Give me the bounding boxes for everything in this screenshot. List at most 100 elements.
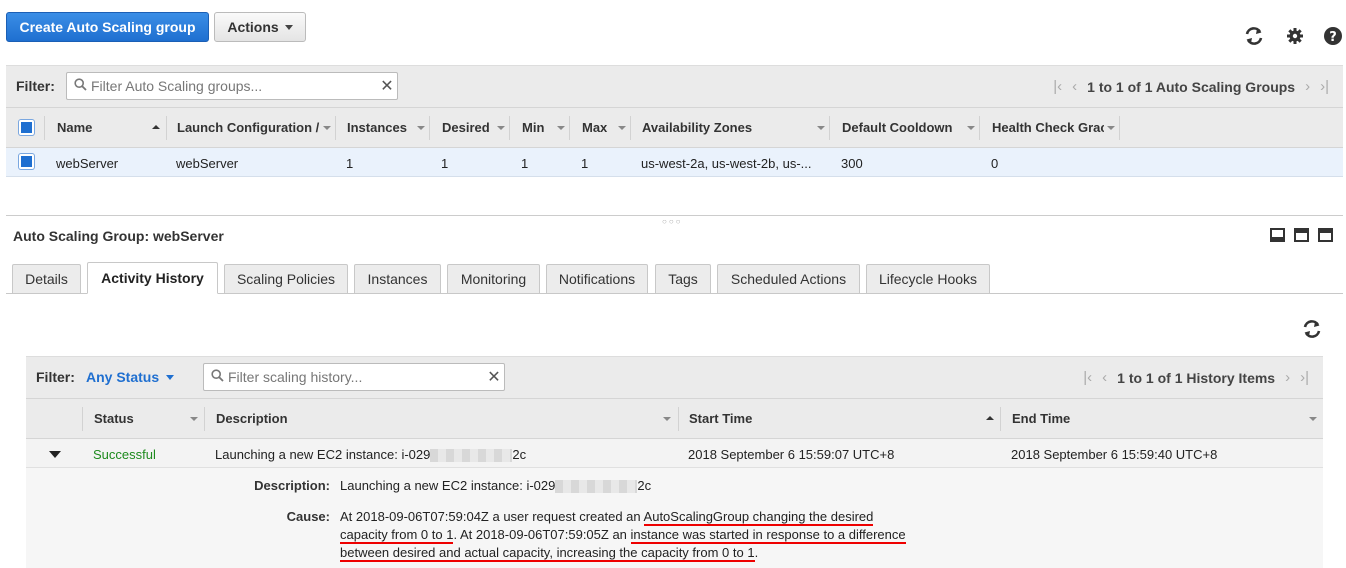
col-status[interactable]: Status <box>94 411 134 426</box>
cell-status: Successful <box>93 447 156 462</box>
sort-icon <box>497 126 505 130</box>
tab-instances[interactable]: Instances <box>354 264 441 294</box>
col-launch-configuration[interactable]: Launch Configuration / <box>177 120 319 135</box>
asg-search-box[interactable]: ✕ <box>66 72 398 100</box>
history-pager-text: 1 to 1 of 1 History Items <box>1117 369 1276 386</box>
panel-maximize-icon[interactable] <box>1318 228 1333 242</box>
cell-start-time: 2018 September 6 15:59:07 UTC+8 <box>688 447 895 462</box>
cell-cooldown: 300 <box>841 156 863 171</box>
gear-icon[interactable] <box>1284 25 1306 47</box>
sort-icon <box>663 417 671 421</box>
refresh-icon[interactable] <box>1243 25 1265 47</box>
description-suffix: 2c <box>512 447 527 462</box>
col-max[interactable]: Max <box>582 120 607 135</box>
first-page-icon[interactable]: |‹ <box>1053 78 1062 95</box>
last-page-icon[interactable]: ›| <box>1300 369 1309 386</box>
history-search-box[interactable]: ✕ <box>203 363 505 391</box>
tab-scaling-policies[interactable]: Scaling Policies <box>224 264 348 294</box>
col-description[interactable]: Description <box>216 411 288 426</box>
cell-launch-config: webServer <box>176 156 239 171</box>
actions-label: Actions <box>227 19 279 35</box>
cell-name: webServer <box>56 156 119 171</box>
table-row[interactable]: Successful Launching a new EC2 instance:… <box>26 439 1323 468</box>
tab-tags[interactable]: Tags <box>655 264 711 294</box>
clear-icon[interactable]: ✕ <box>377 76 397 96</box>
refresh-history-icon[interactable] <box>1301 318 1323 340</box>
search-icon <box>74 78 87 94</box>
col-desired[interactable]: Desired <box>442 120 490 135</box>
filter-label: Filter: <box>36 369 75 385</box>
col-name[interactable]: Name <box>57 120 92 135</box>
prev-page-icon[interactable]: ‹ <box>1102 369 1107 386</box>
actions-dropdown-button[interactable]: Actions <box>214 12 306 42</box>
asg-search-input[interactable] <box>87 78 377 94</box>
redacted-block <box>555 480 638 494</box>
cause-highlight: between desired and actual capacity, inc… <box>340 545 755 562</box>
next-page-icon[interactable]: › <box>1285 369 1290 386</box>
tab-activity-history[interactable]: Activity History <box>87 262 218 294</box>
sort-icon <box>817 126 825 130</box>
col-availability-zones[interactable]: Availability Zones <box>642 120 752 135</box>
first-page-icon[interactable]: |‹ <box>1083 369 1092 386</box>
sort-icon <box>967 126 975 130</box>
col-min[interactable]: Min <box>522 120 544 135</box>
prev-page-icon[interactable]: ‹ <box>1072 78 1077 95</box>
cell-health-grace: 0 <box>991 156 999 171</box>
status-filter-dropdown[interactable]: Any Status <box>86 369 175 385</box>
cell-desired: 1 <box>441 156 449 171</box>
drag-handle-icon[interactable]: ○○○ <box>662 217 683 226</box>
panel-bottom-icon[interactable] <box>1270 228 1285 242</box>
caret-down-icon <box>166 374 175 380</box>
sort-icon <box>323 126 331 130</box>
cell-min: 1 <box>521 156 529 171</box>
tab-scheduled-actions[interactable]: Scheduled Actions <box>717 264 860 294</box>
history-detail-panel: Description: Launching a new EC2 instanc… <box>26 468 1323 568</box>
sort-icon <box>1309 417 1317 421</box>
sort-icon <box>618 126 626 130</box>
detail-cause: At 2018-09-06T07:59:04Z a user request c… <box>340 508 940 562</box>
asg-filter-bar: Filter: ✕ |‹ ‹ 1 to 1 of 1 Auto Scaling … <box>6 65 1343 107</box>
col-end-time[interactable]: End Time <box>1012 411 1070 426</box>
cause-highlight: instance was started in response to a di… <box>630 527 906 544</box>
cause-text: . At 2018-09-06T07:59:05Z an <box>453 527 631 542</box>
next-page-icon[interactable]: › <box>1305 78 1310 95</box>
cell-zones: us-west-2a, us-west-2b, us-... <box>641 156 812 171</box>
last-page-icon[interactable]: ›| <box>1320 78 1329 95</box>
detail-panel-title: Auto Scaling Group: webServer <box>13 228 224 244</box>
cell-max: 1 <box>581 156 589 171</box>
col-start-time[interactable]: Start Time <box>689 411 752 426</box>
panel-split-icon[interactable] <box>1294 228 1309 242</box>
cell-end-time: 2018 September 6 15:59:40 UTC+8 <box>1011 447 1218 462</box>
asg-pager-text: 1 to 1 of 1 Auto Scaling Groups <box>1087 78 1296 95</box>
clear-icon[interactable]: ✕ <box>484 367 504 387</box>
col-health-check-grace[interactable]: Health Check Grac <box>992 120 1104 135</box>
cell-instances: 1 <box>346 156 354 171</box>
col-instances[interactable]: Instances <box>347 120 407 135</box>
description-label: Description: <box>254 478 330 493</box>
redacted-block <box>430 449 513 463</box>
tab-details[interactable]: Details <box>12 264 81 294</box>
history-search-input[interactable] <box>224 369 484 385</box>
search-icon <box>211 369 224 385</box>
expand-toggle-icon[interactable] <box>49 451 61 458</box>
col-default-cooldown[interactable]: Default Cooldown <box>842 120 953 135</box>
detail-description-text: Launching a new EC2 instance: i-029 <box>340 478 556 493</box>
tab-monitoring[interactable]: Monitoring <box>447 264 540 294</box>
cell-description: Launching a new EC2 instance: i-029 2c <box>215 447 527 463</box>
sort-icon <box>190 417 198 421</box>
select-all-checkbox[interactable] <box>19 120 34 135</box>
svg-text:?: ? <box>1329 30 1337 45</box>
sort-asc-icon <box>986 416 994 420</box>
tab-notifications[interactable]: Notifications <box>546 264 648 294</box>
cause-highlight: capacity from 0 to 1 <box>340 527 454 544</box>
sort-icon <box>557 126 565 130</box>
caret-down-icon <box>284 24 293 30</box>
description-text: Launching a new EC2 instance: i-029 <box>215 447 431 462</box>
tab-lifecycle-hooks[interactable]: Lifecycle Hooks <box>866 264 990 294</box>
panel-splitter[interactable] <box>6 215 1343 216</box>
row-checkbox[interactable] <box>19 154 34 169</box>
table-row[interactable]: webServer webServer 1 1 1 1 us-west-2a, … <box>6 148 1343 177</box>
help-icon[interactable]: ? <box>1322 25 1344 47</box>
asg-table-header: Name Launch Configuration / Instances De… <box>6 107 1343 148</box>
create-auto-scaling-group-button[interactable]: Create Auto Scaling group <box>6 12 209 42</box>
